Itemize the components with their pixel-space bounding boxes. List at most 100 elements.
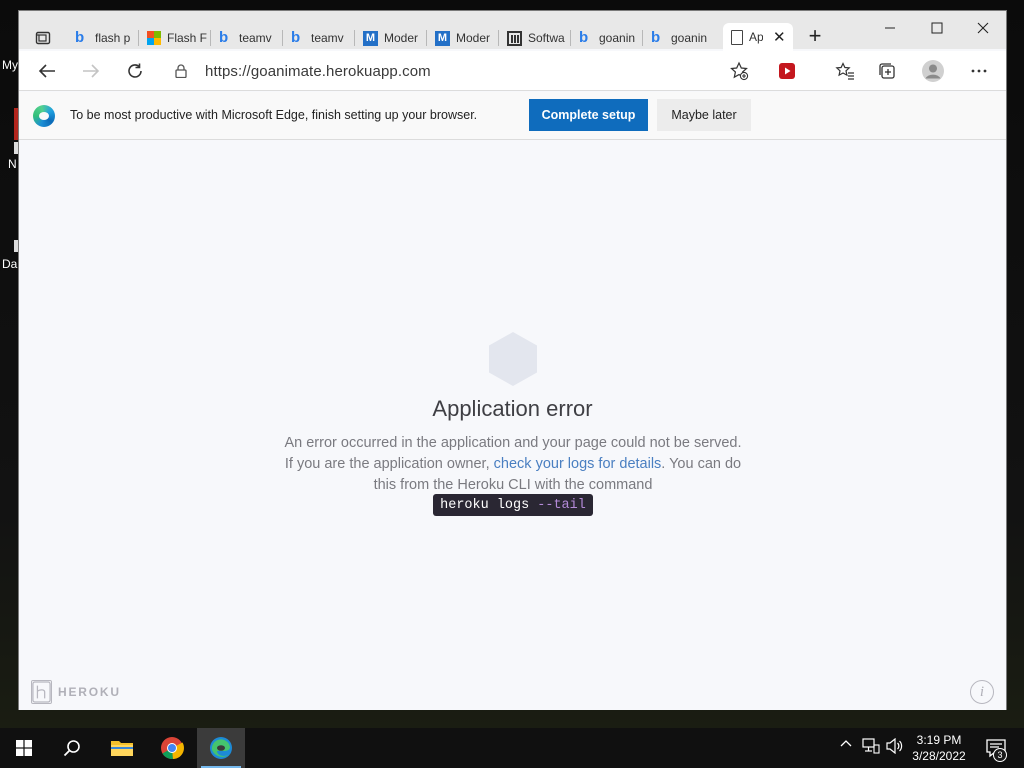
error-description: An error occurred in the application and… <box>283 433 743 496</box>
start-button[interactable] <box>0 728 48 768</box>
tab-item-active[interactable]: Ap ✕ <box>723 23 793 51</box>
bing-icon: b <box>651 29 661 46</box>
bing-icon: b <box>579 29 589 46</box>
tab-label: Softwa <box>528 31 565 45</box>
url-text[interactable]: https://goanimate.herokuapp.com <box>205 63 431 80</box>
file-explorer-button[interactable] <box>98 728 146 768</box>
collections-button[interactable] <box>873 57 901 85</box>
tab-item[interactable]: b teamv <box>211 25 283 51</box>
add-favorite-button[interactable] <box>725 57 753 85</box>
tab-strip: b flash p Flash F b teamv b teamv M Mode… <box>19 11 1006 51</box>
desktop-icon-label[interactable]: My <box>2 58 18 72</box>
network-icon[interactable] <box>862 738 880 757</box>
minimize-button[interactable] <box>867 15 913 41</box>
tab-label: Moder <box>456 31 491 45</box>
tab-label: goanin <box>671 31 708 45</box>
notification-count-badge: 3 <box>993 748 1007 762</box>
info-icon: i <box>979 683 985 700</box>
maximize-button[interactable] <box>914 15 960 41</box>
tab-item[interactable]: M Moder <box>355 25 427 51</box>
close-window-button[interactable] <box>960 15 1006 41</box>
star-plus-icon <box>730 61 749 81</box>
lock-icon[interactable] <box>175 64 187 78</box>
new-tab-button[interactable]: + <box>803 25 827 49</box>
youtube-extension-icon <box>779 63 795 79</box>
m-icon: M <box>363 30 378 46</box>
profile-button[interactable] <box>919 57 947 85</box>
heroku-mark-icon <box>31 680 52 704</box>
chrome-button[interactable] <box>148 728 196 768</box>
setup-infobar: To be most productive with Microsoft Edg… <box>19 92 1006 140</box>
tab-item[interactable]: b flash p <box>67 25 139 51</box>
hexagon-icon <box>489 332 537 386</box>
heroku-wordmark: HEROKU <box>58 685 121 699</box>
maybe-later-button[interactable]: Maybe later <box>657 99 751 131</box>
edge-button[interactable] <box>197 728 245 768</box>
complete-setup-button[interactable]: Complete setup <box>529 99 648 131</box>
ellipsis-icon <box>971 69 987 73</box>
tab-item[interactable]: M Moder <box>427 25 499 51</box>
favorites-icon <box>835 62 854 80</box>
tab-label: teamv <box>311 31 344 45</box>
tab-label: Flash F <box>167 31 207 45</box>
tab-item[interactable]: Flash F <box>139 25 211 51</box>
browser-window: b flash p Flash F b teamv b teamv M Mode… <box>18 10 1007 710</box>
tab-label: goanin <box>599 31 636 45</box>
software-icon <box>507 30 522 46</box>
taskbar: 3:19 PM 3/28/2022 3 <box>0 728 1024 768</box>
edge-logo-icon <box>33 105 55 127</box>
command-flag: --tail <box>537 497 586 513</box>
folder-icon <box>111 741 133 756</box>
bing-icon: b <box>75 29 85 46</box>
bing-icon: b <box>219 29 229 46</box>
tab-actions-button[interactable] <box>29 25 57 51</box>
edge-icon <box>210 737 232 759</box>
tab-actions-icon <box>35 31 51 45</box>
search-button[interactable] <box>48 728 96 768</box>
info-button[interactable]: i <box>970 680 994 704</box>
extension-button[interactable] <box>773 57 801 85</box>
system-clock[interactable]: 3:19 PM 3/28/2022 <box>902 732 976 764</box>
desktop-icon-label[interactable]: N <box>8 157 17 171</box>
tab-label: teamv <box>239 31 272 45</box>
windows-icon <box>16 740 32 756</box>
tab-item[interactable]: b goanin <box>643 25 715 51</box>
back-button[interactable] <box>33 57 61 85</box>
command-text: heroku logs <box>440 497 530 513</box>
search-icon <box>63 740 80 757</box>
clock-date: 3/28/2022 <box>912 749 966 763</box>
tab-item[interactable]: b goanin <box>571 25 643 51</box>
check-logs-link[interactable]: check your logs for details <box>494 456 662 472</box>
tab-item[interactable]: b teamv <box>283 25 355 51</box>
collections-icon <box>879 63 895 79</box>
refresh-button[interactable] <box>121 57 149 85</box>
address-bar[interactable]: https://goanimate.herokuapp.com <box>165 55 775 87</box>
tab-item[interactable]: Softwa <box>499 25 571 51</box>
tab-label: Ap <box>749 30 763 44</box>
favorites-button[interactable] <box>831 57 859 85</box>
avatar <box>922 60 944 82</box>
forward-arrow-icon <box>83 64 100 78</box>
tab-label: flash p <box>95 31 131 45</box>
close-icon <box>977 22 989 34</box>
chrome-icon <box>161 737 184 760</box>
forward-button[interactable] <box>77 57 105 85</box>
close-tab-icon[interactable]: ✕ <box>773 28 786 46</box>
heroku-logo[interactable]: HEROKU <box>31 680 121 704</box>
clock-time: 3:19 PM <box>916 733 962 747</box>
maximize-icon <box>931 22 943 34</box>
minimize-icon <box>885 27 895 29</box>
refresh-icon <box>128 63 142 78</box>
page-content: Application error An error occurred in t… <box>19 141 1006 710</box>
document-icon <box>731 29 743 45</box>
browser-toolbar: https://goanimate.herokuapp.com <box>19 51 1006 91</box>
microsoft-icon <box>147 31 161 45</box>
tab-label: Moder <box>384 31 419 45</box>
command-snippet: heroku logs --tail <box>433 494 593 516</box>
desktop-icon-label[interactable]: Da <box>2 257 17 271</box>
back-arrow-icon <box>38 64 55 78</box>
m-icon: M <box>435 30 450 46</box>
chevron-up-icon[interactable] <box>840 738 852 753</box>
infobar-message: To be most productive with Microsoft Edg… <box>70 108 478 122</box>
more-menu-button[interactable] <box>965 57 993 85</box>
